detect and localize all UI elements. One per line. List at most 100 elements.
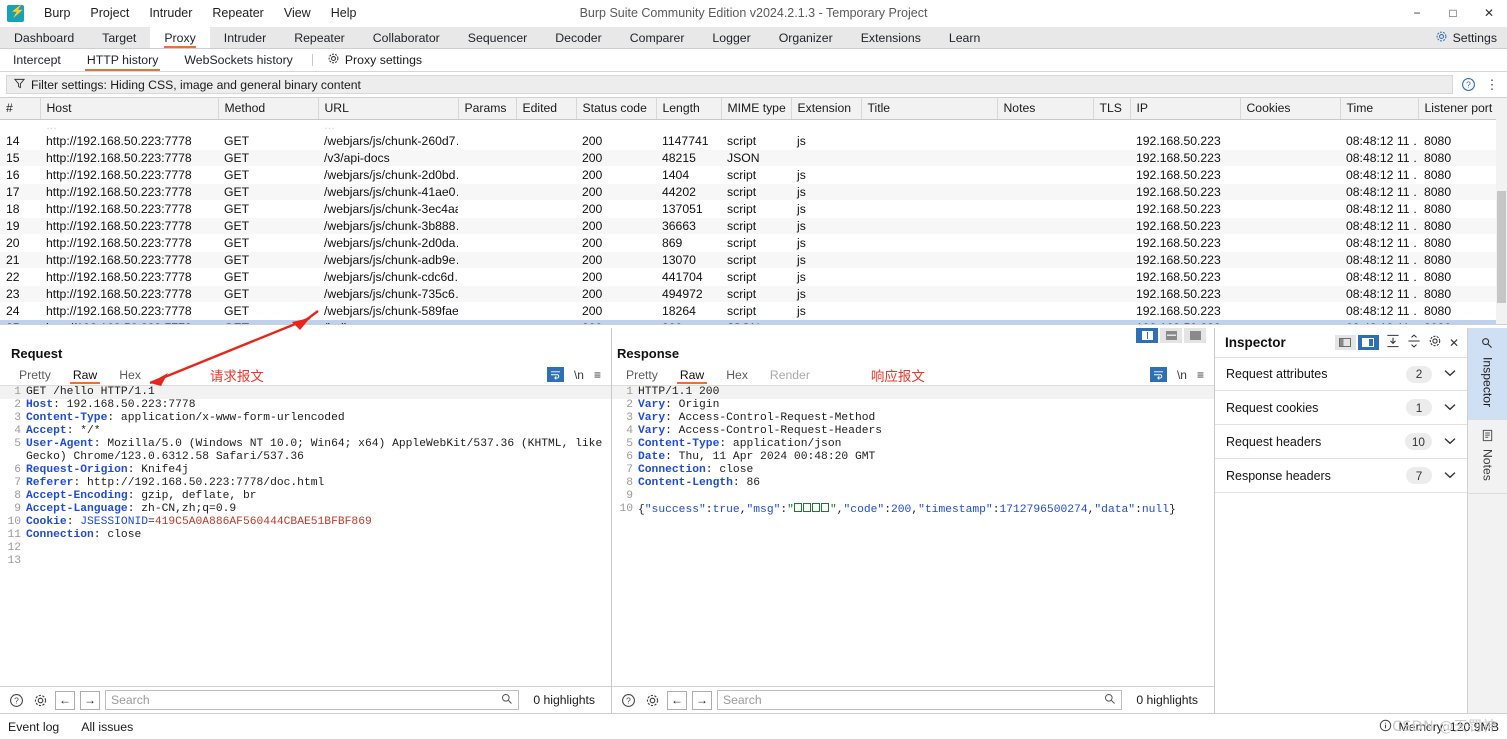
close-icon[interactable]: ✕ [1449,336,1459,350]
event-log-button[interactable]: Event log [8,720,59,734]
search-back-button[interactable]: ← [55,690,75,710]
table-scrollbar[interactable] [1496,119,1507,324]
proxy-settings-button[interactable]: Proxy settings [319,49,430,71]
inspector-section-row[interactable]: Response headers 7 [1215,459,1467,493]
tab-comparer[interactable]: Comparer [616,27,699,48]
response-tab-hex[interactable]: Hex [715,364,759,385]
response-tab-pretty[interactable]: Pretty [615,364,669,385]
tab-dashboard[interactable]: Dashboard [0,27,88,48]
table-row[interactable]: 18 http://192.168.50.223:7778 GET/webjars/… [0,200,1507,217]
tab-extensions[interactable]: Extensions [847,27,935,48]
table-row[interactable]: 22 http://192.168.50.223:7778 GET/webjars/… [0,268,1507,285]
response-editor[interactable]: 1 HTTP/1.1 200 2 Vary: Origin 3 Vary: Access-… [612,385,1214,686]
close-button[interactable]: ✕ [1471,0,1507,27]
col-title[interactable]: Title [861,98,998,120]
chevron-down-icon[interactable] [1444,368,1456,380]
menu-burp[interactable]: Burp [34,3,80,23]
col-time[interactable]: Time [1340,98,1419,120]
tab-organizer[interactable]: Organizer [765,27,847,48]
subtab-intercept[interactable]: Intercept [0,49,74,71]
tab-decoder[interactable]: Decoder [541,27,615,48]
col-mime-type[interactable]: MIME type [721,98,792,120]
search-forward-button[interactable]: → [692,690,712,710]
show-newlines-icon[interactable]: \n [1177,368,1187,382]
tab-learn[interactable]: Learn [935,27,994,48]
gear-icon[interactable] [31,691,50,710]
col-notes[interactable]: Notes [997,98,1094,120]
rail-tab-inspector[interactable]: Inspector [1468,328,1507,421]
minimize-button[interactable]: − [1399,0,1435,27]
expand-all-icon[interactable] [1407,334,1421,351]
filter-settings-button[interactable]: Filter settings: Hiding CSS, image and g… [6,75,1453,94]
response-tab-raw[interactable]: Raw [669,364,715,385]
subtab-http-history[interactable]: HTTP history [74,49,172,71]
show-newlines-icon[interactable]: \n [574,368,584,382]
subtab-websockets-history[interactable]: WebSockets history [171,49,305,71]
tab-sequencer[interactable]: Sequencer [454,27,541,48]
all-issues-button[interactable]: All issues [81,720,133,734]
col-cookies[interactable]: Cookies [1240,98,1341,120]
request-actions-menu-icon[interactable]: ≡ [594,368,601,382]
response-search-input[interactable]: Search [717,690,1123,710]
col-host[interactable]: Host [40,98,219,120]
table-row[interactable]: 14 http://192.168.50.223:7778 GET/webjars/… [0,132,1507,149]
menu-intruder[interactable]: Intruder [139,3,202,23]
table-row[interactable]: 23 http://192.168.50.223:7778 GET/webjars/… [0,285,1507,302]
rail-tab-notes[interactable]: Notes [1468,420,1507,494]
col-length[interactable]: Length [656,98,722,120]
gear-icon[interactable] [643,691,662,710]
memory-status[interactable]: Memory: 120.9MB [1379,719,1499,735]
chevron-down-icon[interactable] [1444,470,1456,482]
inspector-narrow-button[interactable] [1334,335,1356,350]
request-search-input[interactable]: Search [105,690,520,710]
help-icon[interactable]: ? [7,691,26,710]
col-number[interactable]: # [0,98,41,120]
col-url[interactable]: URL [318,98,459,120]
overflow-menu-icon[interactable]: ⋮ [1483,76,1501,94]
word-wrap-icon[interactable] [546,367,564,382]
menu-help[interactable]: Help [321,3,367,23]
table-row[interactable]: 15 http://192.168.50.223:7778 GET/v3/api-d… [0,149,1507,166]
request-tab-pretty[interactable]: Pretty [8,364,62,385]
settings-button[interactable]: Settings [1425,27,1507,48]
search-forward-button[interactable]: → [80,690,100,710]
maximize-button[interactable]: □ [1435,0,1471,27]
tab-target[interactable]: Target [88,27,150,48]
inspector-section-row[interactable]: Request cookies 1 [1215,391,1467,425]
gear-icon[interactable] [1428,334,1442,351]
menu-view[interactable]: View [274,3,321,23]
col-edited[interactable]: Edited [516,98,577,120]
request-editor[interactable]: 1 GET /hello HTTP/1.1 2 Host: 192.168.50.22… [0,385,611,686]
tab-proxy[interactable]: Proxy [150,27,210,48]
table-row[interactable]: 24 http://192.168.50.223:7778 GET/webjars/… [0,302,1507,319]
tab-collaborator[interactable]: Collaborator [359,27,454,48]
response-raw-content[interactable]: 1 HTTP/1.1 200 2 Vary: Origin 3 Vary: Access-… [612,386,1214,517]
col-tls[interactable]: TLS [1093,98,1131,120]
inspector-wide-button[interactable] [1357,335,1379,350]
tab-logger[interactable]: Logger [698,27,764,48]
table-row[interactable]: 19 http://192.168.50.223:7778 GET/webjars/… [0,217,1507,234]
col-method[interactable]: Method [218,98,319,120]
help-icon[interactable]: ? [1459,76,1477,94]
col-status-code[interactable]: Status code [576,98,657,120]
chevron-down-icon[interactable] [1444,402,1456,414]
chevron-down-icon[interactable] [1444,436,1456,448]
tab-repeater[interactable]: Repeater [280,27,359,48]
help-icon[interactable]: ? [619,691,638,710]
inspector-section-row[interactable]: Request headers 10 [1215,425,1467,459]
inspector-section-row[interactable]: Request attributes 2 [1215,357,1467,391]
menu-repeater[interactable]: Repeater [202,3,273,23]
col-params[interactable]: Params [458,98,517,120]
response-tab-render[interactable]: Render [759,364,821,385]
table-row[interactable]: 17 http://192.168.50.223:7778 GET/webjars/… [0,183,1507,200]
table-row-partial[interactable]: …… [0,119,1507,132]
table-row[interactable]: 21 http://192.168.50.223:7778 GET/webjars/… [0,251,1507,268]
search-back-button[interactable]: ← [667,690,687,710]
tab-intruder[interactable]: Intruder [210,27,280,48]
layout-vertical-split-button[interactable] [1136,328,1158,343]
col-extension[interactable]: Extension [791,98,862,120]
col-ip[interactable]: IP [1130,98,1241,120]
request-tab-hex[interactable]: Hex [108,364,152,385]
table-scrollbar-thumb[interactable] [1497,191,1506,303]
request-raw-content[interactable]: 1 GET /hello HTTP/1.1 2 Host: 192.168.50.22… [0,386,611,568]
